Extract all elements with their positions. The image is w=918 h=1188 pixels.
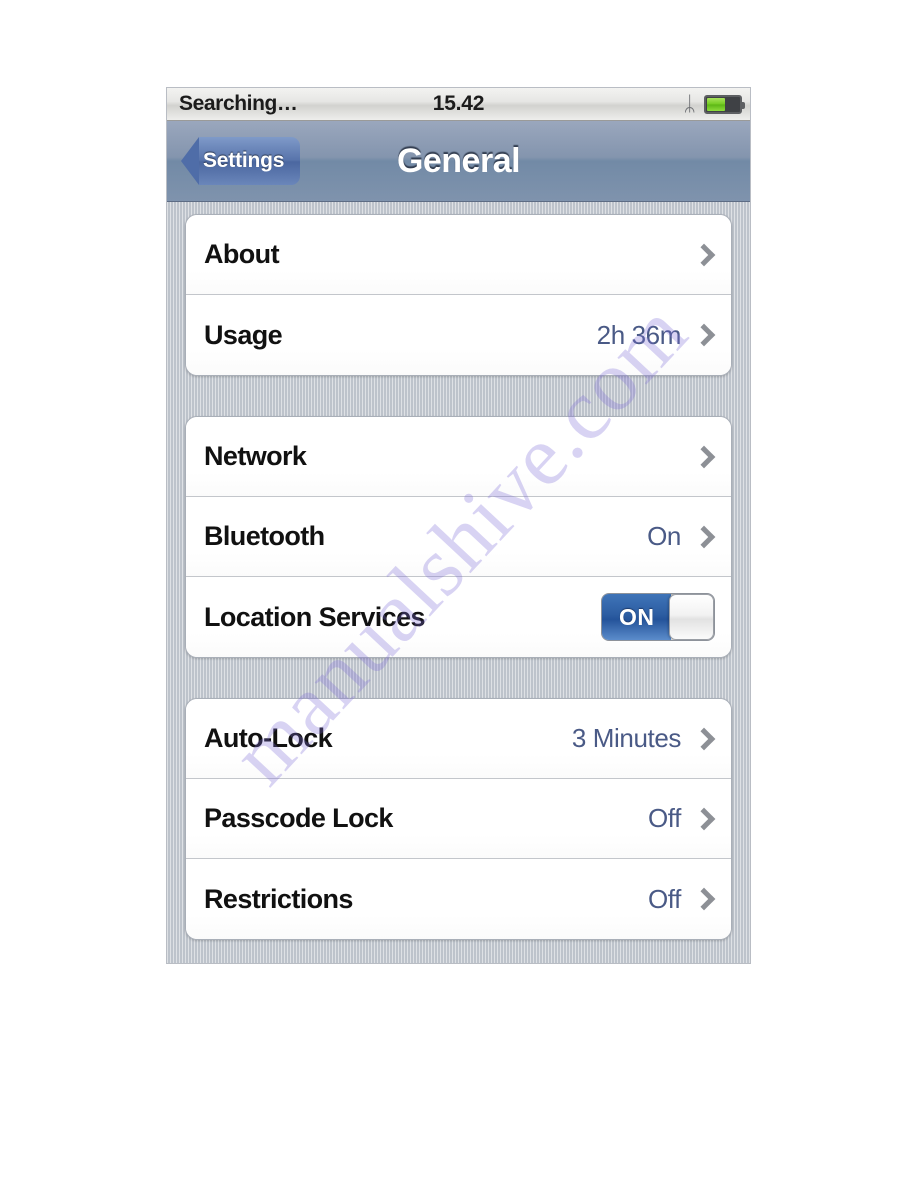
row-label: Bluetooth xyxy=(204,521,325,551)
row-bluetooth[interactable]: Bluetooth On xyxy=(186,497,731,577)
toggle-on-label: ON xyxy=(618,603,655,630)
chevron-right-icon xyxy=(693,526,715,548)
row-value: Off xyxy=(647,803,681,833)
row-usage[interactable]: Usage 2h 36m xyxy=(186,295,731,375)
back-button-settings[interactable]: Settings xyxy=(181,137,301,185)
battery-fill xyxy=(707,97,726,111)
status-bar: Searching… 15.42 ᛦ xyxy=(167,88,750,121)
row-accessory: 2h 36m xyxy=(597,320,715,351)
row-label: Restrictions xyxy=(204,883,353,914)
row-accessory: On xyxy=(647,521,715,552)
row-label: Usage xyxy=(204,319,283,350)
toggle-knob[interactable] xyxy=(669,594,714,640)
navigation-bar: Settings General xyxy=(167,121,750,202)
row-about[interactable]: About xyxy=(186,215,731,295)
back-button-body: Settings xyxy=(199,137,301,185)
battery-icon xyxy=(704,94,745,114)
row-restrictions[interactable]: Restrictions Off xyxy=(186,859,731,939)
row-accessory: ON xyxy=(601,593,715,641)
chevron-right-icon xyxy=(693,728,715,750)
bluetooth-icon: ᛦ xyxy=(683,92,696,116)
chevron-right-icon xyxy=(693,244,715,266)
row-label: About xyxy=(204,239,280,269)
row-auto-lock[interactable]: Auto-Lock 3 Minutes xyxy=(186,699,731,779)
settings-group-2: Network Bluetooth On Location Services O… xyxy=(185,416,732,658)
chevron-right-icon xyxy=(693,324,715,346)
row-label: Network xyxy=(204,441,307,471)
row-accessory xyxy=(681,244,715,266)
row-label: Location Services xyxy=(204,601,426,632)
row-value: On xyxy=(647,521,681,551)
location-services-toggle[interactable]: ON xyxy=(601,593,715,641)
back-chevron-icon xyxy=(181,137,199,185)
chevron-right-icon xyxy=(693,808,715,830)
chevron-right-icon xyxy=(693,446,715,468)
row-accessory: Off xyxy=(648,803,715,834)
row-value: Off xyxy=(647,883,681,914)
row-passcode-lock[interactable]: Passcode Lock Off xyxy=(186,779,731,859)
phone-screen: Searching… 15.42 ᛦ Settings General Abou… xyxy=(167,88,750,963)
row-network[interactable]: Network xyxy=(186,417,731,497)
row-accessory xyxy=(681,446,715,468)
status-indicators: ᛦ xyxy=(683,92,745,116)
settings-group-1: About Usage 2h 36m xyxy=(185,214,732,376)
row-label: Passcode Lock xyxy=(204,803,393,833)
row-location-services[interactable]: Location Services ON xyxy=(186,577,731,657)
row-accessory: Off xyxy=(648,884,715,915)
settings-group-3: Auto-Lock 3 Minutes Passcode Lock Off Re… xyxy=(185,698,732,940)
row-accessory: 3 Minutes xyxy=(572,723,715,754)
carrier-status-text: Searching… xyxy=(179,92,298,115)
row-value: 2h 36m xyxy=(596,319,682,350)
row-value: 3 Minutes xyxy=(571,723,682,753)
settings-list: About Usage 2h 36m Network Bluetooth On … xyxy=(167,202,750,963)
chevron-right-icon xyxy=(693,888,715,910)
row-label: Auto-Lock xyxy=(204,723,333,753)
toggle-on-track: ON xyxy=(602,594,672,640)
back-button-label: Settings xyxy=(203,149,285,172)
